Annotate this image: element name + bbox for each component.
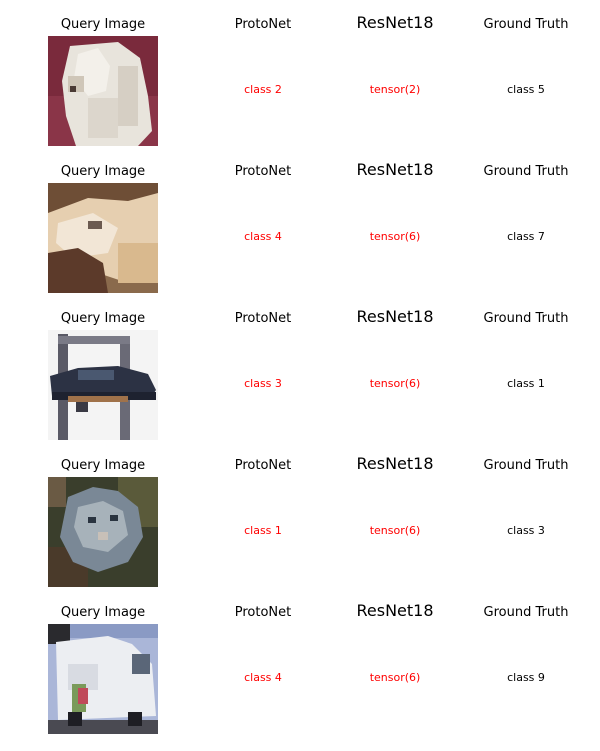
resnet-title: ResNet18 xyxy=(356,307,434,326)
result-row-3: Query Image ProtoNet ResNet18 Ground Tru… xyxy=(0,307,600,457)
result-row-2: Query Image ProtoNet ResNet18 Ground Tru… xyxy=(0,160,600,310)
protonet-prediction: class 4 xyxy=(244,230,282,243)
ground-truth-label: class 5 xyxy=(507,83,545,96)
protonet-prediction: class 1 xyxy=(244,524,282,537)
query-image-title: Query Image xyxy=(60,311,146,326)
query-image-horse-head xyxy=(48,183,158,293)
resnet-title: ResNet18 xyxy=(356,160,434,179)
protonet-title: ProtoNet xyxy=(234,164,292,179)
resnet-title: ResNet18 xyxy=(356,454,434,473)
protonet-prediction: class 3 xyxy=(244,377,282,390)
query-image-title: Query Image xyxy=(60,458,146,473)
protonet-prediction: class 4 xyxy=(244,671,282,684)
query-image-cat-face xyxy=(48,477,158,587)
query-image-white-truck xyxy=(48,624,158,734)
protonet-title: ProtoNet xyxy=(234,311,292,326)
resnet-prediction: tensor(6) xyxy=(369,377,421,390)
ground-truth-label: class 7 xyxy=(507,230,545,243)
resnet-title: ResNet18 xyxy=(356,13,434,32)
resnet-prediction: tensor(6) xyxy=(369,230,421,243)
protonet-title: ProtoNet xyxy=(234,605,292,620)
query-image-title: Query Image xyxy=(60,17,146,32)
ground-truth-title: Ground Truth xyxy=(483,164,569,179)
protonet-title: ProtoNet xyxy=(234,17,292,32)
ground-truth-label: class 3 xyxy=(507,524,545,537)
query-image-car-on-lift xyxy=(48,330,158,440)
ground-truth-label: class 1 xyxy=(507,377,545,390)
resnet-prediction: tensor(6) xyxy=(369,524,421,537)
ground-truth-title: Ground Truth xyxy=(483,458,569,473)
query-image-white-dog xyxy=(48,36,158,146)
ground-truth-title: Ground Truth xyxy=(483,17,569,32)
resnet-prediction: tensor(2) xyxy=(369,83,421,96)
ground-truth-title: Ground Truth xyxy=(483,605,569,620)
resnet-title: ResNet18 xyxy=(356,601,434,620)
protonet-prediction: class 2 xyxy=(244,83,282,96)
result-row-5: Query Image ProtoNet ResNet18 Ground Tru… xyxy=(0,601,600,751)
result-row-1: Query Image ProtoNet ResNet18 Ground Tru… xyxy=(0,13,600,163)
ground-truth-title: Ground Truth xyxy=(483,311,569,326)
resnet-prediction: tensor(6) xyxy=(369,671,421,684)
query-image-title: Query Image xyxy=(60,164,146,179)
ground-truth-label: class 9 xyxy=(507,671,545,684)
query-image-title: Query Image xyxy=(60,605,146,620)
result-row-4: Query Image ProtoNet ResNet18 Ground Tru… xyxy=(0,454,600,604)
protonet-title: ProtoNet xyxy=(234,458,292,473)
